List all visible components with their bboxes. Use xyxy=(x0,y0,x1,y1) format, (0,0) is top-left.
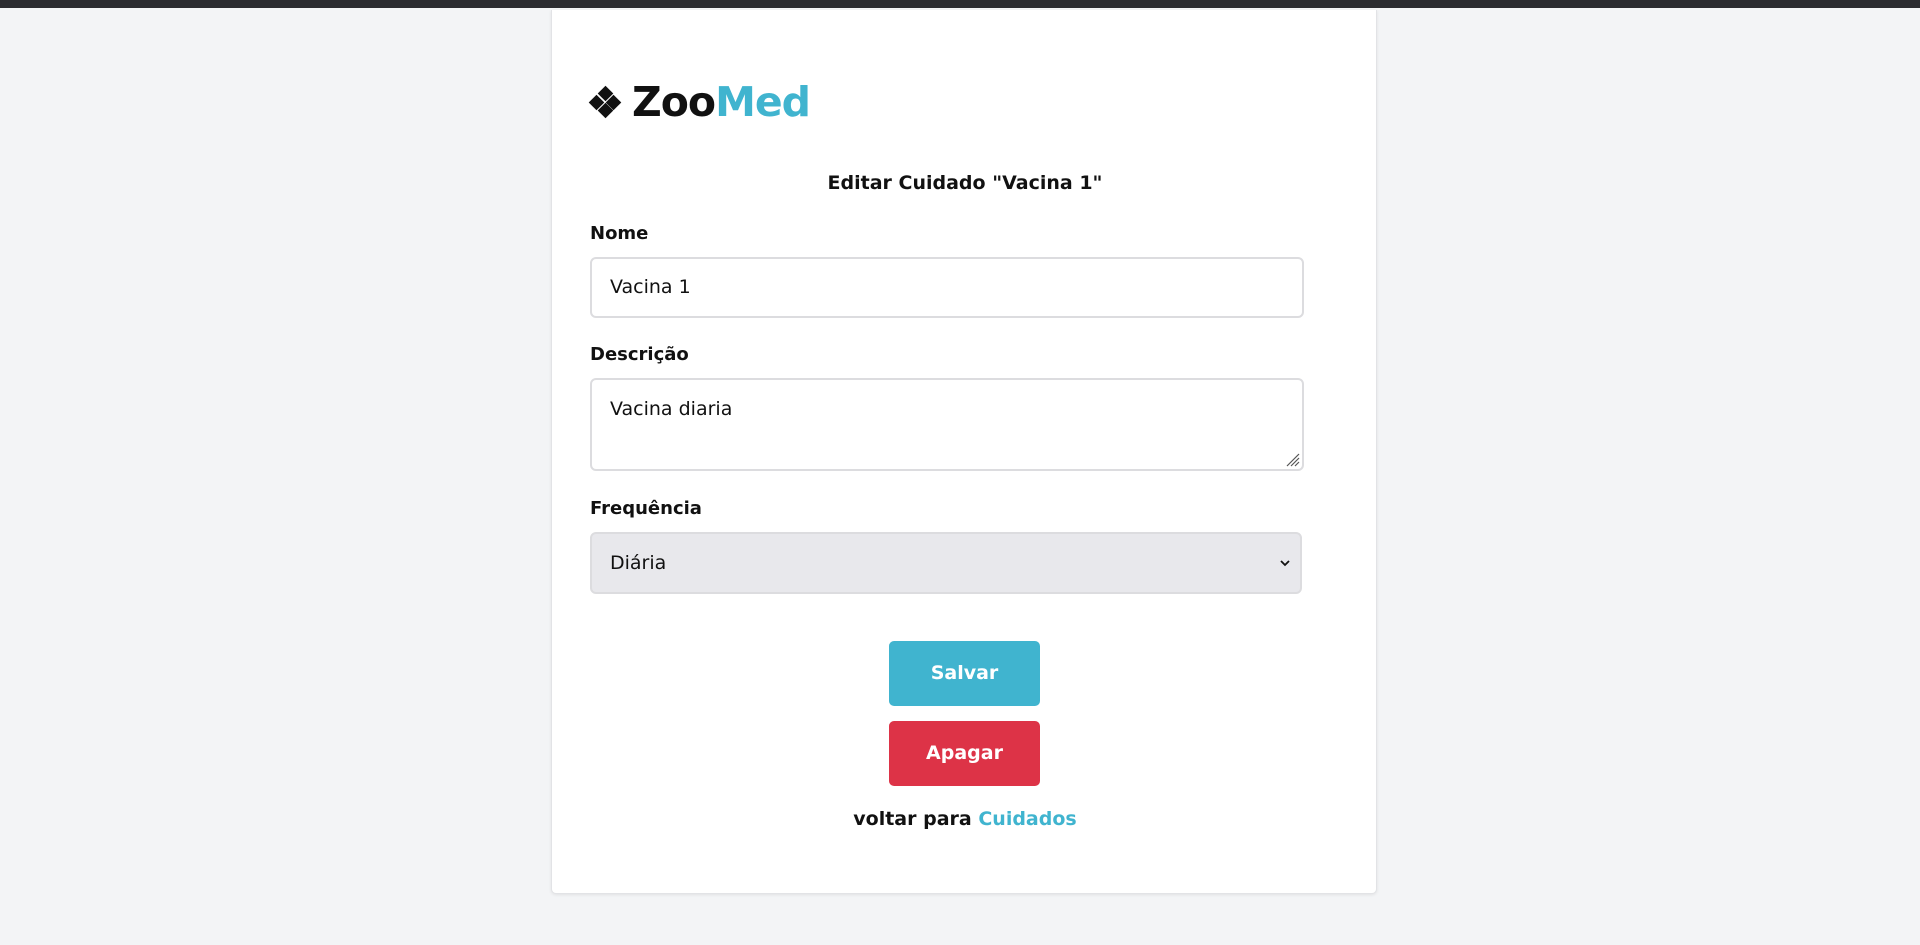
nome-input[interactable]: Vacina 1 xyxy=(590,257,1304,318)
frequencia-select[interactable]: Diária xyxy=(590,532,1302,594)
descricao-textarea[interactable]: Vacina diaria xyxy=(590,378,1304,471)
descricao-value: Vacina diaria xyxy=(610,398,733,420)
edit-care-card: Zoo Med Editar Cuidado "Vacina 1" Nome Va… xyxy=(551,10,1377,894)
cuidados-link[interactable]: Cuidados xyxy=(978,808,1076,830)
frequencia-label: Frequência xyxy=(590,498,702,519)
back-prefix-text: voltar para xyxy=(853,808,972,830)
form-title: Editar Cuidado "Vacina 1" xyxy=(827,172,1103,194)
four-diamonds-logo-icon xyxy=(588,85,622,119)
logo-text-med: Med xyxy=(715,78,811,126)
nome-label: Nome xyxy=(590,223,649,244)
chevron-down-icon xyxy=(1280,560,1290,567)
logo-text-zoo: Zoo xyxy=(632,78,716,126)
browser-top-bar xyxy=(0,0,1920,8)
descricao-label: Descrição xyxy=(590,344,689,365)
zoomed-logo: Zoo Med xyxy=(588,78,811,126)
delete-button[interactable]: Apagar xyxy=(889,721,1040,786)
resize-grip-icon[interactable] xyxy=(1284,451,1300,467)
save-button[interactable]: Salvar xyxy=(889,641,1040,706)
back-navigation: voltar para Cuidados xyxy=(552,808,1378,830)
frequencia-selected-value: Diária xyxy=(610,552,667,574)
